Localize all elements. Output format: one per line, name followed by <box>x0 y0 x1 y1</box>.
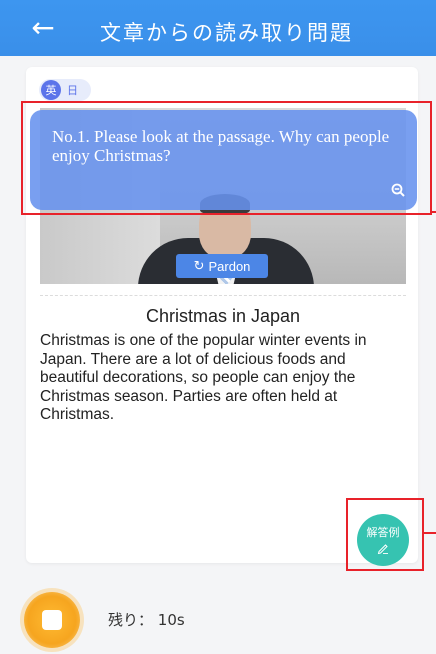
question-highlight-connector <box>432 211 436 213</box>
stop-icon <box>42 610 62 630</box>
refresh-icon: ↻ <box>193 258 205 274</box>
answer-highlight-connector <box>424 532 436 534</box>
pardon-label: Pardon <box>208 258 251 274</box>
zoom-out-icon[interactable] <box>391 183 405 197</box>
answer-example-label: 解答例 <box>366 525 400 539</box>
english-language-button[interactable]: 英 <box>41 80 61 100</box>
page-title: 文章からの読み取り問題 <box>100 21 353 45</box>
timer-label: 残り： <box>108 611 154 629</box>
answer-example-button[interactable]: 解答例 <box>357 514 409 566</box>
app-header: ← 文章からの読み取り問題 <box>0 0 436 56</box>
passage-body: Christmas is one of the popular winter e… <box>40 332 367 423</box>
remaining-time: 残り： 10s <box>108 609 185 630</box>
back-arrow-icon[interactable]: ← <box>28 14 58 42</box>
pencil-icon <box>377 543 388 554</box>
stop-recording-button[interactable] <box>24 592 80 648</box>
passage-title: Christmas in Japan <box>145 306 301 326</box>
divider <box>40 295 406 296</box>
japanese-language-button[interactable]: 日 <box>67 82 78 98</box>
question-bubble: No.1. Please look at the passage. Why ca… <box>30 110 417 210</box>
language-toggle[interactable]: 英 日 <box>39 79 91 101</box>
pardon-button[interactable]: ↻ Pardon <box>176 254 268 278</box>
question-text: No.1. Please look at the passage. Why ca… <box>52 127 390 165</box>
timer-value: 10s <box>157 611 185 629</box>
